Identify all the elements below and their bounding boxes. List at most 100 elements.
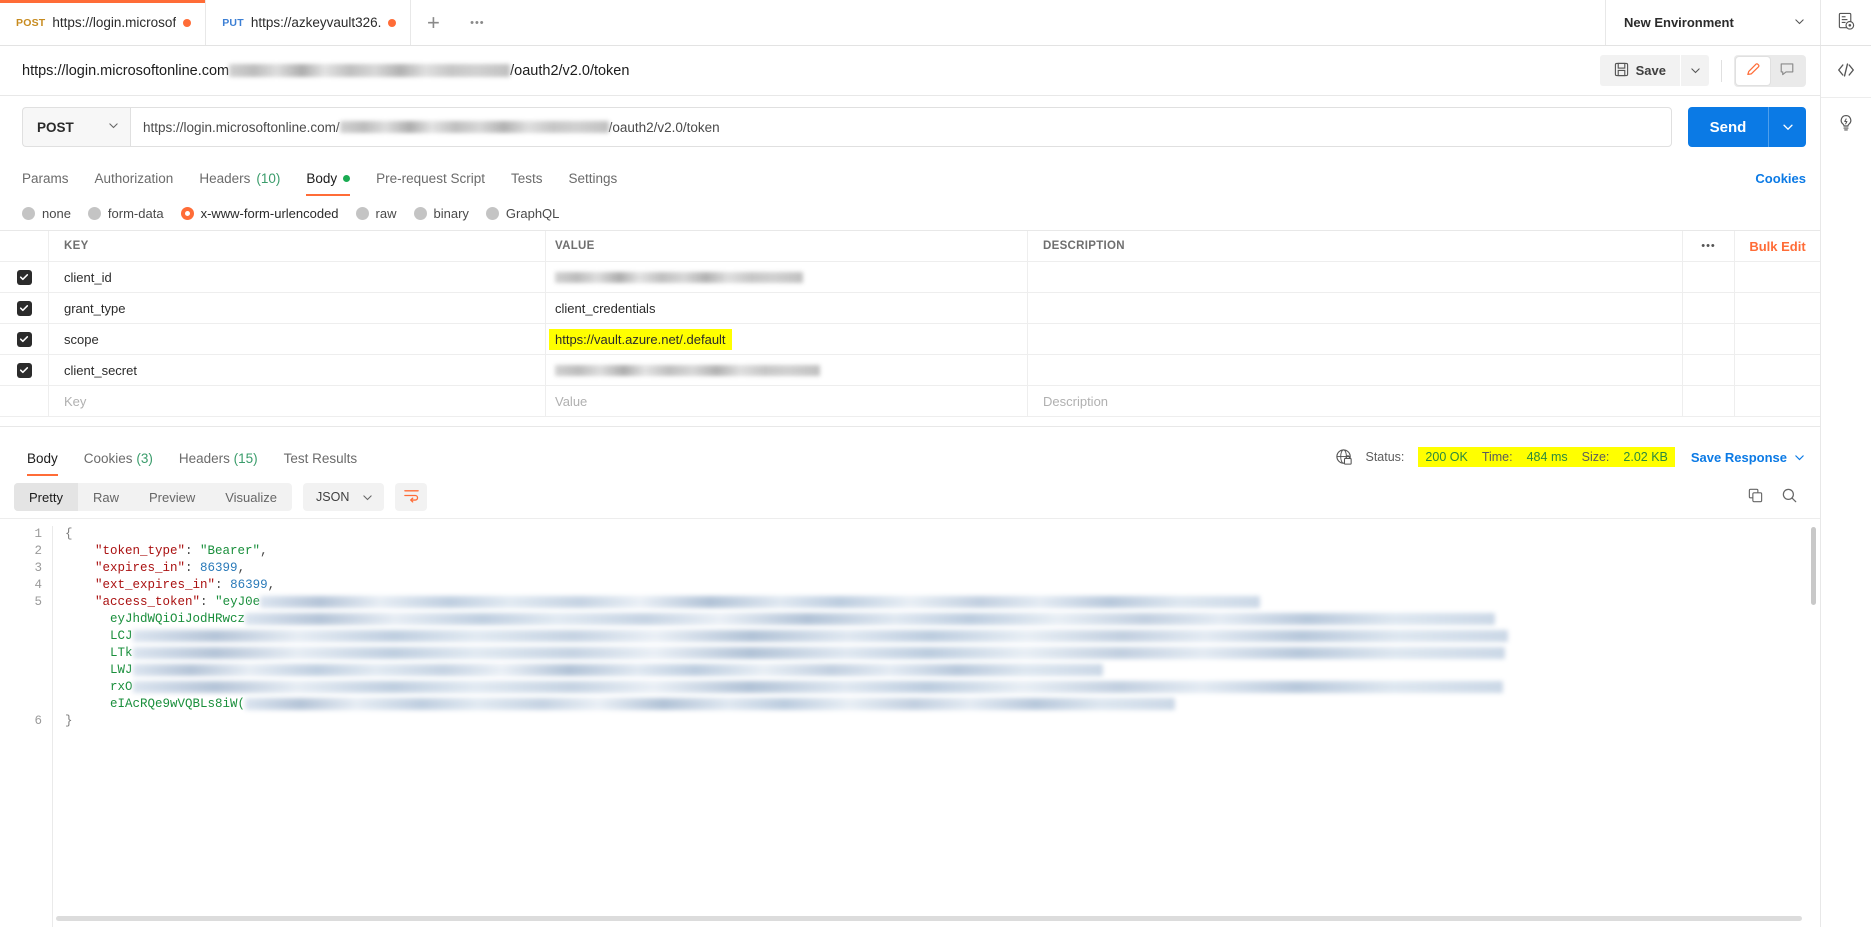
save-response-label: Save Response [1690, 449, 1787, 465]
response-section-tabs: Body Cookies (3) Headers (15) Test Resul… [0, 434, 1820, 476]
tab-params[interactable]: Params [22, 171, 82, 196]
new-tab-button[interactable]: + [411, 0, 455, 45]
send-options-button[interactable] [1768, 107, 1806, 147]
redacted-tenant-id [229, 64, 511, 77]
bulk-edit-button[interactable]: Bulk Edit [1735, 231, 1820, 261]
code-horizontal-scrollbar[interactable] [56, 916, 1802, 921]
send-button[interactable]: Send [1688, 107, 1768, 147]
row-description[interactable] [1028, 355, 1683, 385]
tab-count: (10) [256, 171, 281, 186]
body-type-x-www-form-urlencoded[interactable]: x-www-form-urlencoded [180, 206, 339, 221]
code-snippet-button[interactable] [1820, 46, 1871, 98]
save-button[interactable]: Save [1599, 55, 1680, 86]
search-icon [1781, 487, 1798, 507]
environment-quick-look-button[interactable] [1820, 0, 1871, 45]
http-method-select[interactable]: POST [22, 107, 130, 147]
row-description[interactable] [1028, 293, 1683, 323]
wrap-lines-button[interactable] [395, 483, 428, 511]
response-panel-divider[interactable] [0, 426, 1820, 434]
tab-options-button[interactable]: ••• [455, 0, 499, 45]
response-body-viewer[interactable]: 1 2 3 4 5 6 { "token_type": "Bearer", "e… [0, 518, 1820, 927]
unsaved-indicator-icon [183, 18, 192, 27]
view-preview-button[interactable]: Preview [134, 483, 210, 511]
tab-tests[interactable]: Tests [498, 171, 556, 196]
row-key[interactable]: client_id [49, 262, 546, 292]
placeholder-value-input[interactable]: Value [546, 386, 1028, 416]
search-response-button[interactable] [1772, 483, 1806, 511]
code-content[interactable]: { "token_type": "Bearer", "expires_in": … [52, 526, 1820, 927]
row-checkbox[interactable] [0, 324, 49, 354]
body-type-raw[interactable]: raw [355, 206, 397, 221]
json-comma: , [267, 578, 276, 592]
save-options-button[interactable] [1681, 55, 1709, 86]
response-tab-cookies[interactable]: Cookies (3) [71, 451, 166, 476]
url-prefix: https://login.microsoftonline.com/ [143, 119, 340, 135]
body-type-form-data[interactable]: form-data [87, 206, 164, 221]
row-checkbox[interactable] [0, 262, 49, 292]
row-description[interactable] [1028, 262, 1683, 292]
request-section-tabs: Params Authorization Headers (10) Body P… [0, 158, 1820, 196]
response-tab-body[interactable]: Body [14, 451, 71, 476]
json-string: "eyJ0e [215, 595, 261, 609]
environment-selector[interactable]: New Environment [1606, 0, 1820, 45]
body-type-graphql[interactable]: GraphQL [485, 206, 559, 221]
request-tab-1[interactable]: PUT https://azkeyvault326. [206, 0, 412, 45]
network-lock-icon[interactable] [1335, 448, 1354, 467]
table-options-button[interactable]: ••• [1683, 231, 1735, 261]
documentation-button[interactable] [1821, 98, 1871, 150]
response-tab-headers[interactable]: Headers (15) [166, 451, 271, 476]
body-type-binary[interactable]: binary [413, 206, 469, 221]
tab-settings[interactable]: Settings [555, 171, 630, 196]
table-row: scope https://vault.azure.net/.default [0, 324, 1820, 355]
line-number: 4 [34, 578, 42, 592]
tab-method-label: PUT [222, 16, 244, 29]
code-line-3: "expires_in": 86399, [65, 560, 1820, 577]
row-key[interactable]: grant_type [49, 293, 546, 323]
placeholder-description-input[interactable]: Description [1028, 386, 1683, 416]
size-value: 2.02 KB [1623, 450, 1668, 464]
row-value[interactable]: client_credentials [546, 293, 1028, 323]
request-title-row: https://login.microsoftonline.com/oauth2… [0, 46, 1820, 96]
url-input[interactable]: https://login.microsoftonline.com/ /oauth… [130, 107, 1672, 147]
response-format-select[interactable]: JSON [303, 483, 385, 511]
code-vertical-scrollbar[interactable] [1811, 527, 1816, 605]
tab-headers[interactable]: Headers (10) [186, 171, 293, 196]
row-checkbox[interactable] [0, 293, 49, 323]
tab-label: Headers [178, 451, 230, 466]
tab-authorization[interactable]: Authorization [82, 171, 187, 196]
row-key[interactable]: scope [49, 324, 546, 354]
row-value[interactable] [546, 262, 1028, 292]
row-value[interactable] [546, 355, 1028, 385]
edit-mode-button[interactable] [1736, 56, 1770, 85]
body-type-none[interactable]: none [22, 206, 71, 221]
comment-mode-button[interactable] [1770, 57, 1804, 85]
request-title[interactable]: https://login.microsoftonline.com/oauth2… [22, 63, 629, 79]
placeholder-key-input[interactable]: Key [49, 386, 546, 416]
close-brace: } [65, 714, 73, 728]
row-bulk-spacer [1735, 324, 1820, 354]
request-tab-0[interactable]: POST https://login.microsof [0, 0, 207, 45]
response-format-label: JSON [316, 490, 350, 504]
body-type-radio-group: none form-data x-www-form-urlencoded raw… [0, 196, 1820, 230]
chevron-down-icon [1782, 124, 1793, 131]
cookies-link[interactable]: Cookies [1755, 171, 1806, 196]
tab-label: Test Results [283, 451, 358, 466]
save-response-button[interactable]: Save Response [1691, 450, 1806, 465]
radio-icon [87, 206, 101, 220]
row-checkbox[interactable] [0, 355, 49, 385]
view-pretty-button[interactable]: Pretty [14, 483, 78, 511]
radio-icon [413, 206, 427, 220]
copy-response-button[interactable] [1738, 483, 1772, 511]
row-description[interactable] [1028, 324, 1683, 354]
tab-pre-request-script[interactable]: Pre-request Script [363, 171, 498, 196]
response-tab-test-results[interactable]: Test Results [271, 451, 371, 476]
wrap-lines-icon [403, 487, 420, 507]
view-visualize-button[interactable]: Visualize [210, 483, 292, 511]
row-bulk-spacer [1735, 262, 1820, 292]
body-present-indicator-icon [343, 175, 351, 182]
tab-body[interactable]: Body [293, 171, 363, 196]
view-raw-button[interactable]: Raw [78, 483, 134, 511]
row-value-highlighted[interactable]: https://vault.azure.net/.default [546, 324, 1028, 354]
row-key[interactable]: client_secret [49, 355, 546, 385]
body-type-label: none [42, 205, 71, 221]
